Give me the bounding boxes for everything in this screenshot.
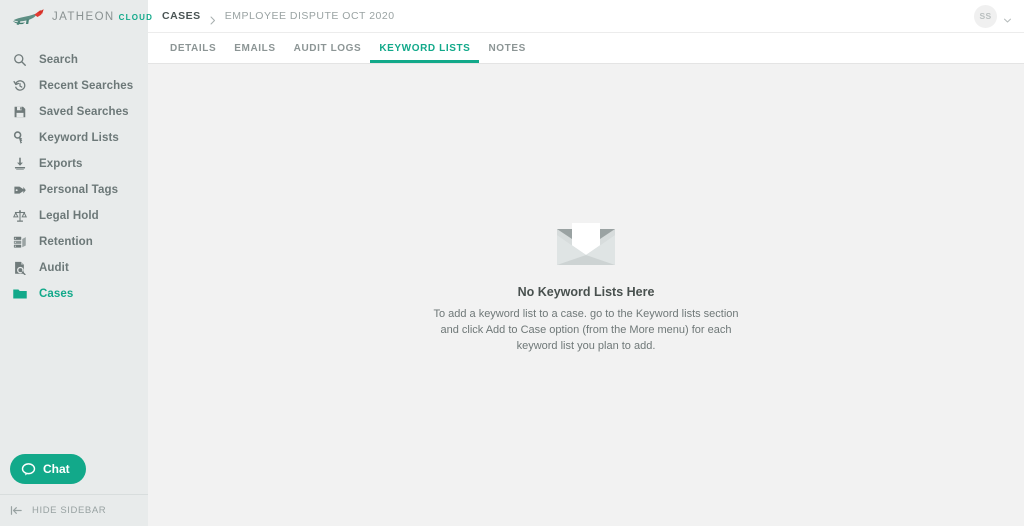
sidebar-nav: Search Recent Searches Saved Searches Ke… — [0, 47, 148, 307]
floppy-disk-icon — [12, 104, 28, 120]
tab-notes[interactable]: NOTES — [479, 33, 534, 63]
brand-name: JATHEON — [52, 10, 115, 23]
open-envelope-icon — [553, 219, 619, 271]
tab-label: NOTES — [488, 42, 526, 54]
breadcrumb: CASES EMPLOYEE DISPUTE OCT 2020 — [162, 10, 395, 24]
sidebar-item-label: Audit — [39, 262, 69, 274]
sidebar-item-label: Exports — [39, 158, 83, 170]
sidebar-item-label: Search — [39, 54, 78, 66]
hide-sidebar-button[interactable]: HIDE SIDEBAR — [0, 494, 148, 526]
avatar: SS — [974, 4, 997, 28]
chevron-down-icon — [1003, 12, 1012, 23]
speech-bubble-icon — [21, 462, 36, 477]
main-area: CASES EMPLOYEE DISPUTE OCT 2020 SS DETAI… — [148, 0, 1024, 526]
key-icon — [12, 130, 28, 146]
tab-label: AUDIT LOGS — [293, 42, 362, 54]
tab-emails[interactable]: EMAILS — [225, 33, 284, 63]
collapse-left-icon — [10, 504, 23, 517]
user-menu[interactable]: SS — [974, 4, 1012, 28]
sidebar-item-legal-hold[interactable]: Legal Hold — [0, 203, 148, 229]
sidebar-item-recent-searches[interactable]: Recent Searches — [0, 73, 148, 99]
sidebar-item-label: Personal Tags — [39, 184, 119, 196]
tab-label: DETAILS — [170, 42, 217, 54]
top-bar: CASES EMPLOYEE DISPUTE OCT 2020 SS — [148, 0, 1024, 33]
tab-label: EMAILS — [234, 42, 276, 54]
brand-logo[interactable]: JATHEON CLOUD — [0, 0, 152, 33]
sidebar: JATHEON CLOUD Search Recent Searches Sav… — [0, 0, 152, 526]
brand-suffix: CLOUD — [118, 12, 154, 22]
empty-state: No Keyword Lists Here To add a keyword l… — [371, 219, 801, 355]
jatheon-fox-logo-icon — [12, 8, 46, 26]
chat-button-wrapper: Chat — [10, 454, 86, 484]
history-clock-icon — [12, 78, 28, 94]
chat-button[interactable]: Chat — [10, 454, 86, 484]
chevron-right-icon — [209, 12, 217, 24]
download-icon — [12, 156, 28, 172]
sidebar-item-retention[interactable]: Retention — [0, 229, 148, 255]
server-stack-icon — [12, 234, 28, 250]
search-icon — [12, 52, 28, 68]
sidebar-item-label: Keyword Lists — [39, 132, 119, 144]
tab-keyword-lists[interactable]: KEYWORD LISTS — [370, 33, 480, 63]
sidebar-item-exports[interactable]: Exports — [0, 151, 148, 177]
folder-icon — [12, 286, 28, 302]
sidebar-item-cases[interactable]: Cases — [0, 281, 148, 307]
tag-icon — [12, 182, 28, 198]
sidebar-item-personal-tags[interactable]: Personal Tags — [0, 177, 148, 203]
empty-state-title: No Keyword Lists Here — [517, 285, 655, 299]
sidebar-item-label: Legal Hold — [39, 210, 99, 222]
chat-button-label: Chat — [43, 462, 70, 476]
app-root: JATHEON CLOUD Search Recent Searches Sav… — [0, 0, 1024, 526]
empty-state-description: To add a keyword list to a case. go to t… — [433, 308, 739, 352]
sidebar-item-saved-searches[interactable]: Saved Searches — [0, 99, 148, 125]
sidebar-item-audit[interactable]: Audit — [0, 255, 148, 281]
sidebar-item-keyword-lists[interactable]: Keyword Lists — [0, 125, 148, 151]
scales-of-justice-icon — [12, 208, 28, 224]
tab-details[interactable]: DETAILS — [161, 33, 225, 63]
breadcrumb-current: EMPLOYEE DISPUTE OCT 2020 — [224, 10, 395, 22]
content-panel: No Keyword Lists Here To add a keyword l… — [148, 64, 1024, 526]
breadcrumb-root-link[interactable]: CASES — [162, 10, 201, 22]
sidebar-item-search[interactable]: Search — [0, 47, 148, 73]
hide-sidebar-label: HIDE SIDEBAR — [32, 505, 107, 516]
tab-audit-logs[interactable]: AUDIT LOGS — [285, 33, 371, 63]
sidebar-item-label: Recent Searches — [39, 80, 134, 92]
document-search-icon — [12, 260, 28, 276]
tab-label: KEYWORD LISTS — [379, 42, 471, 54]
sidebar-item-label: Retention — [39, 236, 93, 248]
sidebar-item-label: Saved Searches — [39, 106, 129, 118]
sidebar-item-label: Cases — [39, 288, 74, 300]
tab-bar: DETAILS EMAILS AUDIT LOGS KEYWORD LISTS … — [148, 33, 1024, 64]
